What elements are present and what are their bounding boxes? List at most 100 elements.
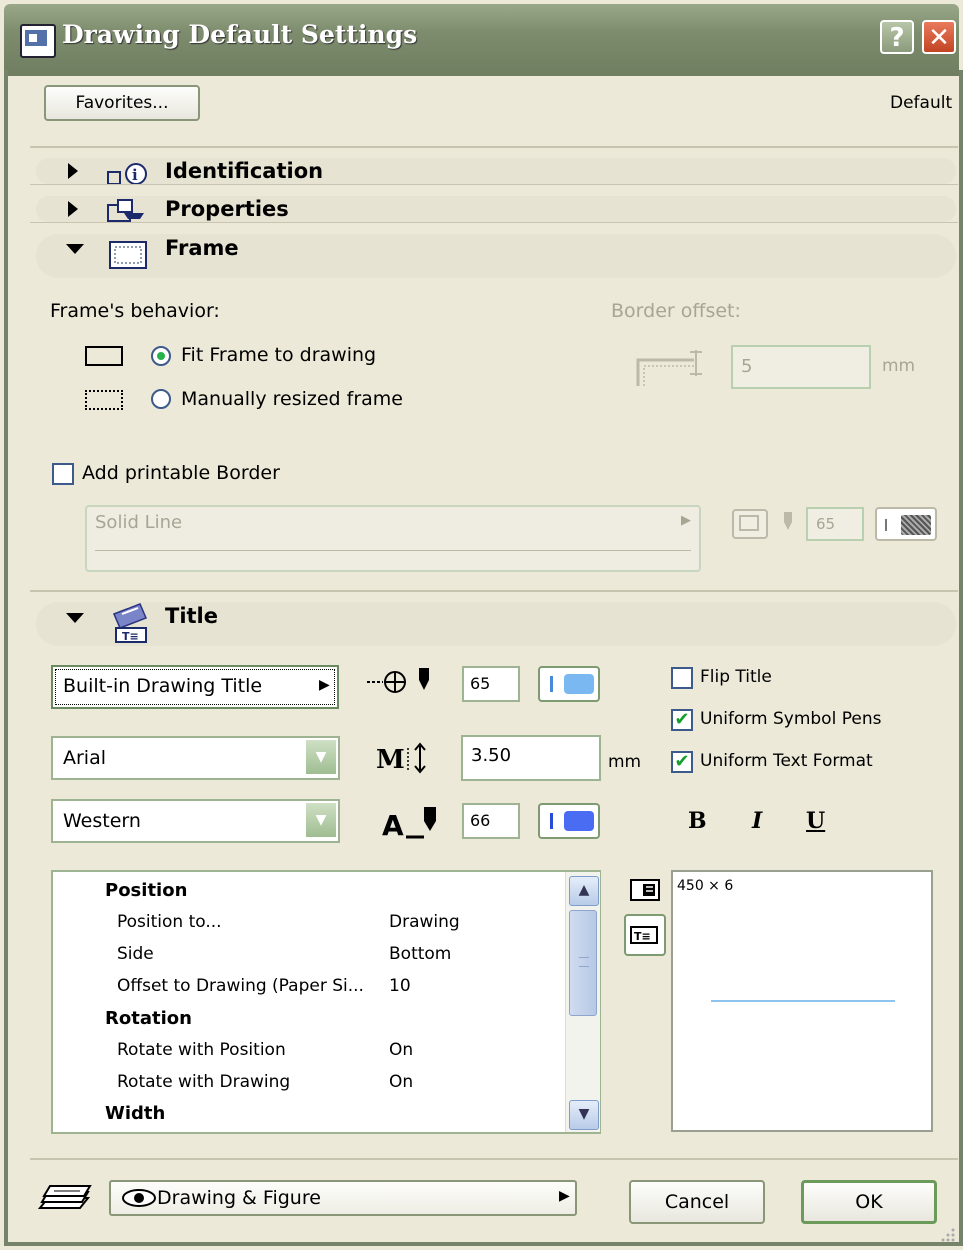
border-offset-icon [636, 350, 702, 386]
manual-frame-radio[interactable] [151, 389, 171, 409]
close-button[interactable]: ✕ [922, 20, 956, 54]
text-size-icon: M [376, 742, 426, 775]
italic-button[interactable]: I [752, 808, 762, 834]
dropdown-arrow-icon: ▶ [681, 513, 691, 528]
separator [30, 1158, 958, 1160]
cancel-button[interactable]: Cancel [629, 1180, 765, 1224]
properties-icon [107, 199, 144, 222]
text-size-unit: mm [608, 752, 642, 772]
line-type-label: Solid Line [95, 512, 183, 533]
title-text-icon: T≡ [630, 926, 658, 944]
fit-frame-icon [85, 346, 123, 366]
title-type-label: Built-in Drawing Title [63, 675, 263, 697]
line-pen-field[interactable]: 65 [806, 507, 864, 541]
chevron-down-icon: ▼ [306, 803, 336, 837]
collapse-arrow-icon[interactable] [66, 613, 84, 623]
eye-icon [122, 1189, 156, 1207]
symbol-pen-color[interactable] [538, 666, 600, 702]
scrollbar-thumb[interactable] [569, 910, 597, 1016]
title-icon: T≡ [113, 603, 147, 643]
title-type-dropdown[interactable]: Built-in Drawing Title ▶ [51, 665, 339, 709]
scroll-up-icon[interactable]: ▲ [569, 876, 599, 906]
collapse-arrow-icon[interactable] [66, 244, 84, 254]
svg-text:T≡: T≡ [634, 930, 651, 943]
uniform-text-format-label[interactable]: Uniform Text Format [700, 751, 873, 771]
font-dropdown[interactable]: Arial ▼ [51, 736, 340, 780]
section-identification-label: Identification [165, 159, 324, 183]
list-item-label[interactable]: Rotate with Drawing [117, 1072, 290, 1092]
window-title: Drawing Default Settings [62, 20, 418, 49]
expand-arrow-icon[interactable] [68, 163, 78, 179]
svg-text:T≡: T≡ [122, 630, 139, 643]
list-item-label[interactable]: Side [117, 944, 154, 964]
list-group-header: Width [105, 1103, 166, 1124]
list-item-value[interactable]: On [389, 1040, 413, 1060]
text-pen-color[interactable] [538, 803, 600, 839]
chevron-down-icon: ▼ [306, 740, 336, 774]
line-type-dropdown[interactable]: Solid Line ▶ [85, 505, 701, 572]
preview-size-label: 450 × 6 [677, 878, 734, 894]
layer-label: Drawing & Figure [157, 1187, 321, 1209]
underline-button[interactable]: U [806, 808, 825, 834]
fit-frame-radio[interactable] [151, 346, 171, 366]
parameter-list[interactable]: Position Position to... Drawing Side Bot… [51, 870, 601, 1134]
symbol-pen-field[interactable]: 65 [462, 666, 520, 702]
bold-button[interactable]: B [688, 808, 707, 834]
flip-title-label[interactable]: Flip Title [700, 667, 772, 687]
list-group-header: Rotation [105, 1008, 192, 1029]
uniform-symbol-pens-label[interactable]: Uniform Symbol Pens [700, 709, 881, 729]
app-icon [20, 24, 56, 58]
ok-button[interactable]: OK [801, 1180, 937, 1224]
expand-arrow-icon[interactable] [68, 201, 78, 217]
preview-layout-icon[interactable] [629, 878, 663, 904]
section-title-label: Title [165, 604, 219, 628]
resize-grip-icon[interactable] [940, 1226, 956, 1242]
script-dropdown[interactable]: Western ▼ [51, 799, 340, 843]
list-item-label[interactable]: Rotate with Position [117, 1040, 286, 1060]
section-frame-label: Frame [165, 236, 239, 260]
flip-title-checkbox[interactable] [671, 667, 693, 689]
list-item-value[interactable]: Drawing [389, 912, 460, 932]
line-pen-icon [732, 509, 792, 539]
text-pen-field[interactable]: 66 [462, 803, 520, 839]
separator [30, 222, 958, 223]
preview-title-toggle[interactable]: T≡ [624, 914, 666, 956]
frame-icon [109, 241, 147, 269]
border-offset-unit: mm [882, 356, 916, 376]
list-item-value[interactable]: 10 [389, 976, 411, 996]
frame-behavior-label: Frame's behavior: [50, 300, 220, 322]
list-item-value[interactable]: On [389, 1072, 413, 1092]
manual-frame-icon [85, 390, 123, 410]
line-pen-color[interactable] [875, 507, 937, 541]
manual-frame-label[interactable]: Manually resized frame [181, 388, 403, 410]
layer-dropdown[interactable]: Drawing & Figure ▶ [109, 1180, 577, 1216]
add-border-label[interactable]: Add printable Border [82, 462, 280, 484]
scroll-down-icon[interactable]: ▼ [569, 1100, 599, 1130]
svg-text:i: i [132, 166, 138, 184]
favorites-button[interactable]: Favorites... [44, 85, 200, 121]
symbol-pen-icon [367, 668, 429, 693]
default-label: Default [890, 93, 953, 113]
section-properties-label: Properties [165, 197, 289, 221]
fit-frame-label[interactable]: Fit Frame to drawing [181, 344, 376, 366]
border-offset-field[interactable]: 5 [731, 345, 871, 389]
preview-title-line [711, 1000, 895, 1002]
help-button[interactable]: ? [880, 20, 914, 54]
separator [30, 146, 958, 148]
scrollbar[interactable]: ▲ ▼ [565, 872, 600, 1132]
separator [30, 184, 958, 185]
dropdown-arrow-icon: ▶ [559, 1188, 570, 1204]
uniform-text-format-checkbox[interactable]: ✔ [671, 751, 693, 773]
text-size-field[interactable]: 3.50 [461, 735, 601, 781]
list-group-header: Position [105, 880, 188, 901]
layers-icon [37, 1185, 92, 1209]
list-item-label[interactable]: Position to... [117, 912, 222, 932]
script-label: Western [63, 810, 141, 832]
text-pen-icon: A [382, 807, 436, 841]
list-item-label[interactable]: Offset to Drawing (Paper Si... [117, 976, 364, 996]
uniform-symbol-pens-checkbox[interactable]: ✔ [671, 709, 693, 731]
svg-text:M: M [376, 745, 405, 775]
add-border-checkbox[interactable] [52, 463, 74, 485]
svg-text:A: A [382, 809, 404, 841]
list-item-value[interactable]: Bottom [389, 944, 451, 964]
